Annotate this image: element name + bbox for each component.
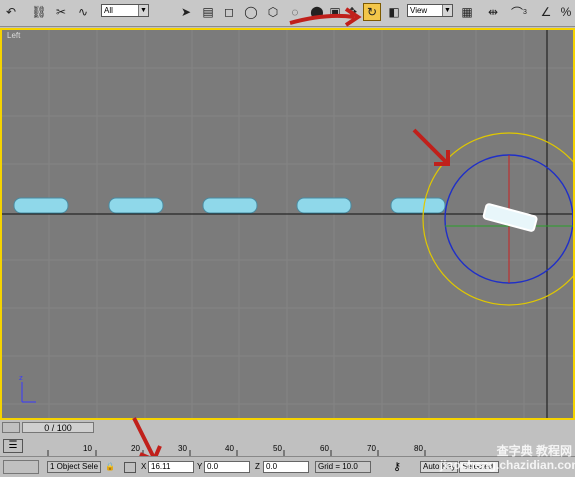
rect-region-icon[interactable]: ◻ bbox=[220, 3, 238, 21]
z-label: Z bbox=[255, 462, 260, 471]
grid-size-status: Grid = 10.0 bbox=[315, 461, 371, 473]
selection-filter-value: All bbox=[104, 6, 113, 15]
link-icon[interactable]: ⛓ bbox=[30, 3, 48, 21]
ruler-tick-60: 60 bbox=[320, 444, 329, 453]
snap-count: 3 bbox=[523, 8, 527, 16]
ruler-tick-40: 40 bbox=[225, 444, 234, 453]
annotation-arrow-gizmo bbox=[412, 128, 450, 166]
z-coordinate-input[interactable]: 0.0 bbox=[263, 461, 309, 473]
circle-region-icon[interactable]: ◯ bbox=[242, 3, 260, 21]
svg-text:z: z bbox=[19, 374, 23, 382]
selection-status: 1 Object Sele bbox=[47, 461, 101, 473]
capsule-objects[interactable] bbox=[13, 197, 446, 214]
x-label: X bbox=[141, 462, 147, 471]
viewport-grid: z bbox=[2, 30, 573, 418]
watermark: 查字典 教程网 jiaocheng.chazidian.com bbox=[440, 444, 575, 472]
chevron-down-icon: ▼ bbox=[442, 5, 452, 16]
pivot-icon[interactable]: ▦ bbox=[458, 3, 476, 21]
reference-coordinate-value: View bbox=[410, 6, 428, 15]
select-icon[interactable]: ➤ bbox=[177, 3, 195, 21]
scale-icon[interactable]: ◧ bbox=[385, 3, 403, 21]
ruler-tick-10: 10 bbox=[83, 444, 92, 453]
angle-snap-icon[interactable]: ∠ bbox=[537, 3, 555, 21]
bind-spacewarp-icon[interactable]: ∿ bbox=[74, 3, 92, 21]
snap-icon[interactable]: ⌒ 3 bbox=[510, 3, 528, 21]
prev-frame-icon[interactable] bbox=[2, 422, 20, 433]
undo-icon[interactable]: ↶ bbox=[2, 3, 20, 21]
ruler-tick-80: 80 bbox=[414, 444, 423, 453]
selection-filter-dropdown[interactable]: All ▼ bbox=[101, 4, 149, 17]
lock-icon[interactable]: 🔒 bbox=[105, 462, 115, 471]
chevron-down-icon: ▼ bbox=[138, 5, 148, 16]
time-slider[interactable]: 0 / 100 bbox=[0, 421, 575, 435]
time-slider-label: 0 / 100 bbox=[44, 423, 72, 433]
y-coordinate-input[interactable]: 0.0 bbox=[204, 461, 250, 473]
ruler-tick-70: 70 bbox=[367, 444, 376, 453]
y-label: Y bbox=[197, 462, 203, 471]
unlink-icon[interactable]: ✂ bbox=[52, 3, 70, 21]
viewport-label[interactable]: Left bbox=[7, 31, 20, 40]
mirror-icon[interactable]: ⇹ bbox=[484, 3, 502, 21]
maxscript-listener-icon[interactable] bbox=[3, 460, 39, 474]
absolute-mode-icon[interactable] bbox=[124, 462, 136, 473]
key-icon[interactable]: ⚷ bbox=[393, 460, 401, 473]
ruler-ticks bbox=[47, 450, 426, 456]
time-slider-thumb[interactable]: 0 / 100 bbox=[22, 422, 94, 433]
reference-coordinate-dropdown[interactable]: View ▼ bbox=[407, 4, 453, 17]
ruler-tick-50: 50 bbox=[273, 444, 282, 453]
curve-editor-icon[interactable]: ☰ bbox=[3, 439, 23, 453]
fence-region-icon[interactable]: ⬡ bbox=[264, 3, 282, 21]
x-coordinate-input[interactable]: 16.11 bbox=[148, 461, 194, 473]
ruler-tick-30: 30 bbox=[178, 444, 187, 453]
left-viewport[interactable]: z Left bbox=[0, 28, 575, 420]
axis-tripod-icon: z bbox=[19, 374, 36, 403]
percent-snap-icon[interactable]: % bbox=[557, 3, 575, 21]
select-by-name-icon[interactable]: ▤ bbox=[199, 3, 217, 21]
